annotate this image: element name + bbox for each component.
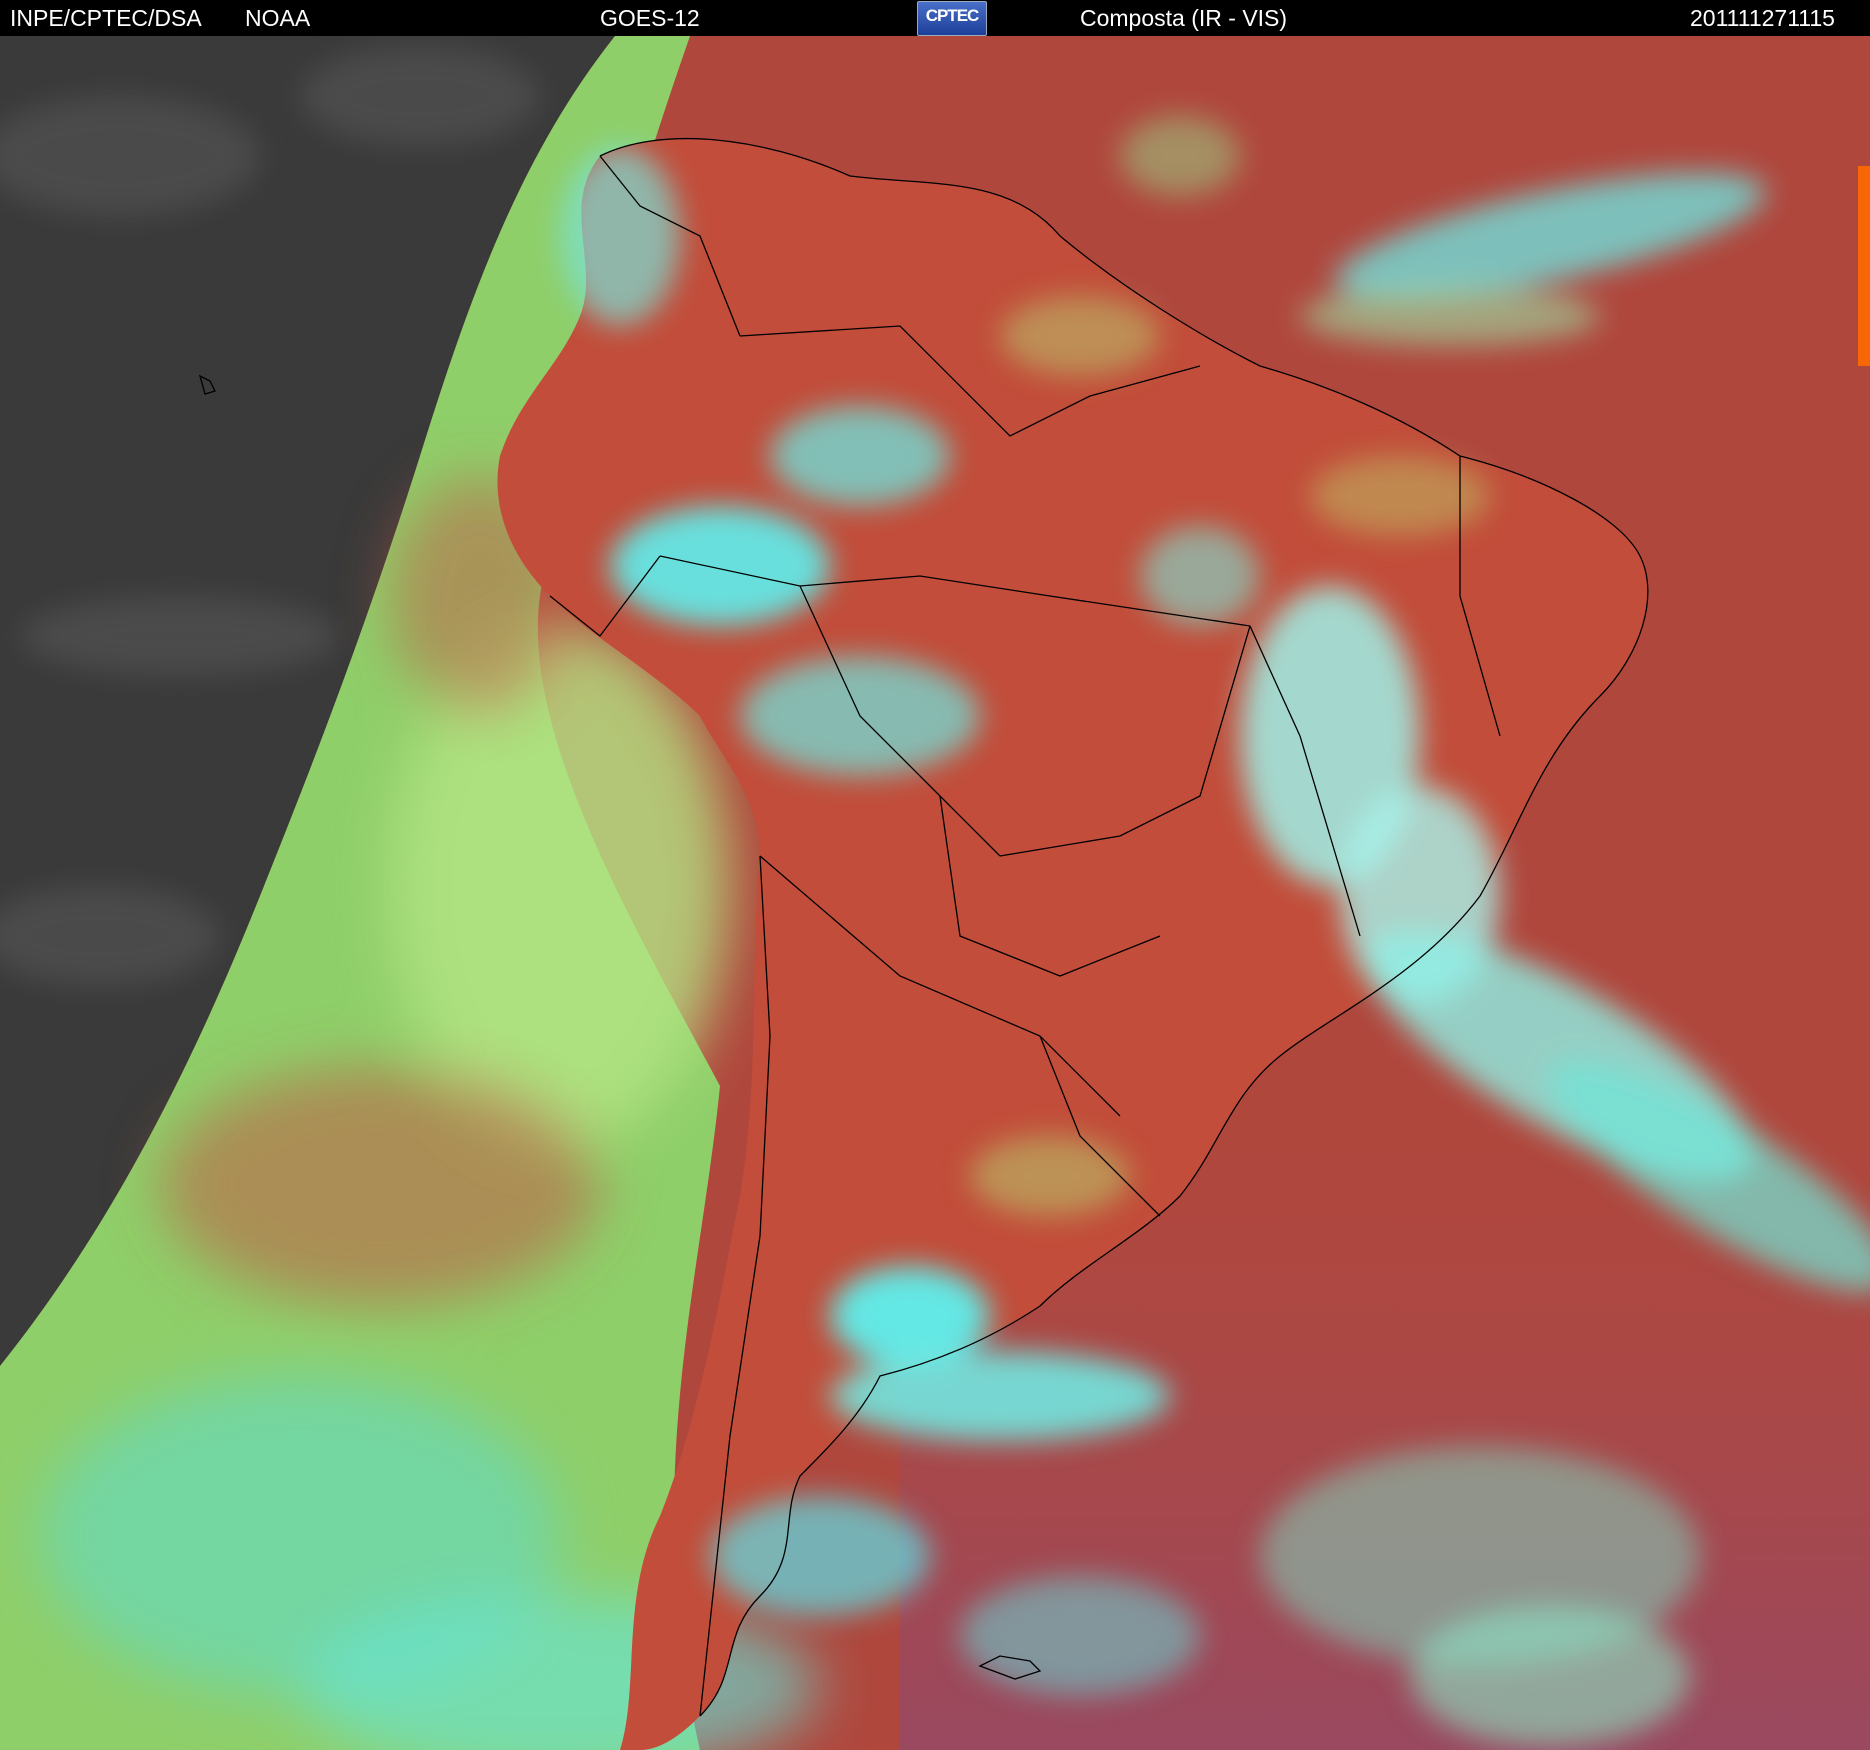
product-label: Composta (IR - VIS) bbox=[1080, 5, 1288, 31]
timestamp-label: 201111271115 bbox=[1690, 5, 1835, 31]
satellite-image bbox=[0, 36, 1870, 1750]
cptec-logo: CPTEC bbox=[917, 1, 987, 36]
satellite-label: GOES-12 bbox=[600, 5, 700, 31]
image-header-bar: INPE/CPTEC/DSA NOAA GOES-12 CPTEC Compos… bbox=[0, 0, 1870, 36]
agency-label: INPE/CPTEC/DSA bbox=[10, 5, 202, 31]
source-label: NOAA bbox=[245, 5, 311, 31]
